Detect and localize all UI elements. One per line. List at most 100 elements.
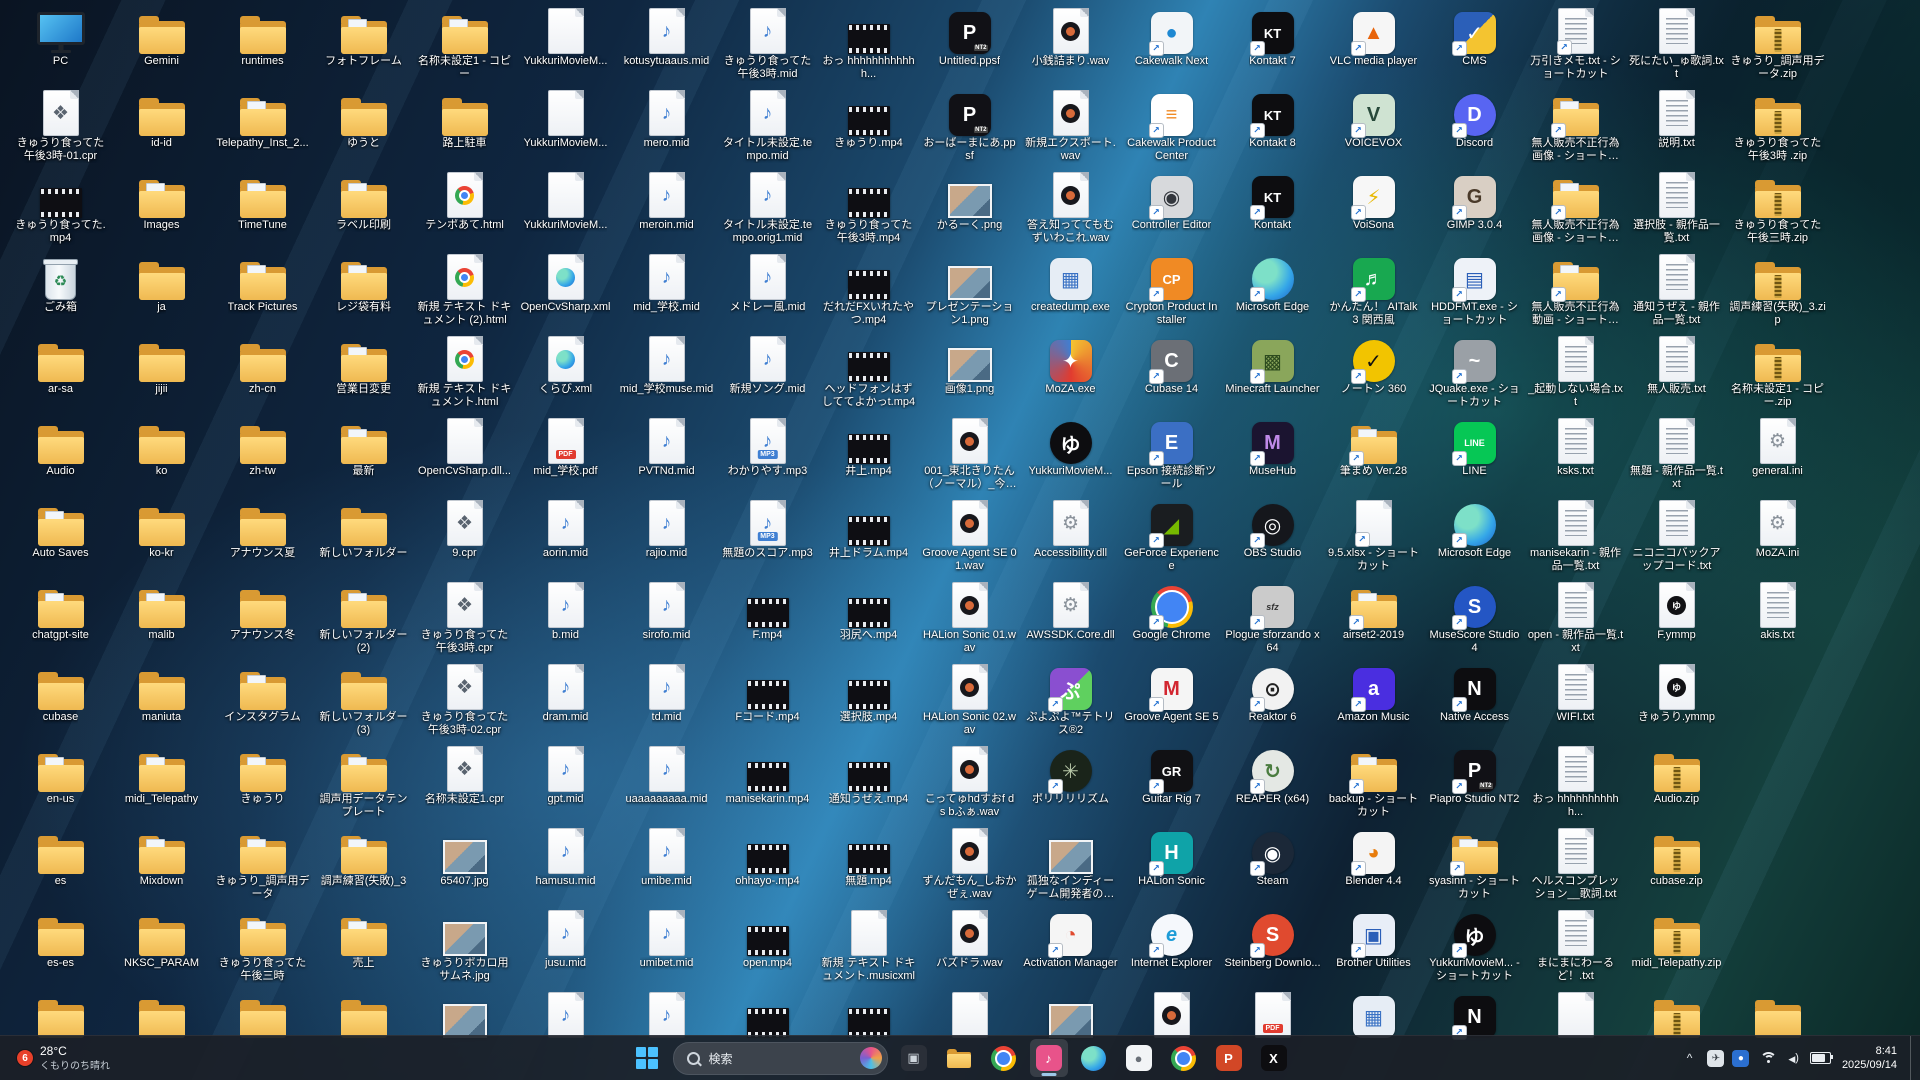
desktop-icon[interactable]: 羽尻へ.mp4: [818, 578, 919, 660]
desktop-icon[interactable]: 画像1.png: [919, 332, 1020, 414]
show-desktop-button[interactable]: [1910, 1036, 1916, 1080]
desktop-icon[interactable]: おっ hhhhhhhhhhh...: [1525, 742, 1626, 824]
hidden-icons-chevron-icon[interactable]: ^: [1683, 1047, 1697, 1069]
desktop-icon[interactable]: ♪b.mid: [515, 578, 616, 660]
desktop-icon[interactable]: ⚙general.ini: [1727, 414, 1828, 496]
desktop-icon[interactable]: ❖きゅうり食ってた午後3時-01.cpr: [10, 86, 111, 168]
desktop-icon[interactable]: ♪mero.mid: [616, 86, 717, 168]
desktop-icon[interactable]: ♪PVTNd.mid: [616, 414, 717, 496]
desktop-icon[interactable]: ずんだもん_しおかぜぇ.wav: [919, 824, 1020, 906]
battery-icon[interactable]: [1810, 1052, 1831, 1064]
desktop-icon[interactable]: Groove Agent SE 01.wav: [919, 496, 1020, 578]
desktop-icon[interactable]: WIFI.txt: [1525, 660, 1626, 742]
desktop-icon[interactable]: テンポあて.html: [414, 168, 515, 250]
weather-widget[interactable]: 6 28°C くもりのち晴れ: [8, 1039, 119, 1077]
desktop-icon[interactable]: Audio.zip: [1626, 742, 1727, 824]
desktop-icon[interactable]: 選択肢.mp4: [818, 660, 919, 742]
desktop-icon[interactable]: ♪MP3わかりやす.mp3: [717, 414, 818, 496]
desktop-icon[interactable]: ❖きゅうり食ってた午後3時-02.cpr: [414, 660, 515, 742]
desktop-icon[interactable]: ♪umibet.mid: [616, 906, 717, 988]
desktop-icon[interactable]: 孤独なインディーゲーム開発者の一生...: [1020, 824, 1121, 906]
tray-app-blue[interactable]: ●: [1732, 1050, 1749, 1067]
desktop-icon[interactable]: きゅうり: [212, 742, 313, 824]
desktop-icon[interactable]: ♪meroin.mid: [616, 168, 717, 250]
taskbar-app-x-app[interactable]: X: [1255, 1039, 1293, 1077]
desktop-icon[interactable]: malib: [111, 578, 212, 660]
desktop-icon[interactable]: e↗Internet Explorer: [1121, 906, 1222, 988]
desktop-icon[interactable]: 新規 テキスト ドキュメント.html: [414, 332, 515, 414]
desktop-icon[interactable]: ↗無人販売不正行為画像 - ショートカッ...: [1525, 86, 1626, 168]
desktop-icon[interactable]: midi_Telepathy.zip: [1626, 906, 1727, 988]
desktop-icon[interactable]: ↻↗REAPER (x64): [1222, 742, 1323, 824]
desktop-icon[interactable]: 説明.txt: [1626, 86, 1727, 168]
desktop-icon[interactable]: H↗HALion Sonic: [1121, 824, 1222, 906]
desktop-icon[interactable]: ↗Microsoft Edge: [1424, 496, 1525, 578]
desktop-icon[interactable]: Images: [111, 168, 212, 250]
desktop-icon[interactable]: ♪rajio.mid: [616, 496, 717, 578]
desktop-icon[interactable]: 名称未設定1 - コピー.zip: [1727, 332, 1828, 414]
desktop-icon[interactable]: ↗syasinn - ショートカット: [1424, 824, 1525, 906]
desktop-icon[interactable]: ▤↗HDDFMT.exe - ショートカット: [1424, 250, 1525, 332]
desktop-icon[interactable]: ❖名称未設定1.cpr: [414, 742, 515, 824]
desktop-icon[interactable]: NKSC_PARAM: [111, 906, 212, 988]
desktop-icon[interactable]: C↗Cubase 14: [1121, 332, 1222, 414]
desktop-icon[interactable]: M↗MuseHub: [1222, 414, 1323, 496]
desktop-icon[interactable]: PNT2おーばーまにあ.ppsf: [919, 86, 1020, 168]
desktop-icon[interactable]: ゆ↗YukkuriMovieM... - ショートカット: [1424, 906, 1525, 988]
desktop-icon[interactable]: ニコニコバックアップコード.txt: [1626, 496, 1727, 578]
desktop-icon[interactable]: きゅうり_調声用データ: [212, 824, 313, 906]
desktop-icon[interactable]: インスタグラム: [212, 660, 313, 742]
desktop-icon[interactable]: まにまにわーるど！.txt: [1525, 906, 1626, 988]
taskbar-app-music-app[interactable]: ♪: [1030, 1039, 1068, 1077]
desktop-icon[interactable]: 通知うぜえ - 親作品一覧.txt: [1626, 250, 1727, 332]
desktop-icon[interactable]: YukkuriMovieM...: [515, 4, 616, 86]
desktop-icon[interactable]: ↗backup - ショートカット: [1323, 742, 1424, 824]
desktop-icon[interactable]: おっ hhhhhhhhhhhh...: [818, 4, 919, 86]
desktop-icon[interactable]: ksks.txt: [1525, 414, 1626, 496]
desktop-icon[interactable]: sfz↗Plogue sforzando x64: [1222, 578, 1323, 660]
desktop-icon[interactable]: ●↗Cakewalk Next: [1121, 4, 1222, 86]
desktop-icon[interactable]: 最新: [313, 414, 414, 496]
desktop-icon[interactable]: ↗筆まめ Ver.28: [1323, 414, 1424, 496]
desktop-icon[interactable]: OpenCvSharp.dll...: [414, 414, 515, 496]
desktop-icon[interactable]: PNT2↗Piapro Studio NT2: [1424, 742, 1525, 824]
desktop-icon[interactable]: manisekarin - 親作品一覧.txt: [1525, 496, 1626, 578]
desktop-icon[interactable]: runtimes: [212, 4, 313, 86]
desktop-icon[interactable]: zh-cn: [212, 332, 313, 414]
desktop-icon[interactable]: G↗GIMP 3.0.4: [1424, 168, 1525, 250]
desktop-icon[interactable]: ゆF.ymmp: [1626, 578, 1727, 660]
desktop-icon[interactable]: ♬↗かんたん！ AITalk 3 関西風: [1323, 250, 1424, 332]
desktop-icon[interactable]: es: [10, 824, 111, 906]
desktop-icon[interactable]: ♪タイトル未設定.tempo.mid: [717, 86, 818, 168]
desktop-icon[interactable]: ゆきゅうり.ymmp: [1626, 660, 1727, 742]
desktop-icon[interactable]: ♻ごみ箱: [10, 250, 111, 332]
desktop-icon[interactable]: ♪新規ソング.mid: [717, 332, 818, 414]
desktop-icon[interactable]: きゅうりボカロ用サムネ.jpg: [414, 906, 515, 988]
desktop-icon[interactable]: KT↗Kontakt: [1222, 168, 1323, 250]
taskbar-app-chrome[interactable]: [985, 1039, 1023, 1077]
desktop-icon[interactable]: S↗MuseScore Studio 4: [1424, 578, 1525, 660]
desktop-icon[interactable]: ゆYukkuriMovieM...: [1020, 414, 1121, 496]
desktop-icon[interactable]: V↗VOICEVOX: [1323, 86, 1424, 168]
desktop-icon[interactable]: Fコード.mp4: [717, 660, 818, 742]
tray-app-light[interactable]: ✈: [1707, 1050, 1724, 1067]
desktop-icon[interactable]: 001_東北きりたん（ノーマル）_今じゃ...: [919, 414, 1020, 496]
desktop-icon[interactable]: ko-kr: [111, 496, 212, 578]
desktop-icon[interactable]: akis.txt: [1727, 578, 1828, 660]
desktop-icon[interactable]: ✦MoZA.exe: [1020, 332, 1121, 414]
desktop-icon[interactable]: jijii: [111, 332, 212, 414]
desktop-icon[interactable]: maniuta: [111, 660, 212, 742]
desktop-icon[interactable]: ◔↗Activation Manager: [1020, 906, 1121, 988]
desktop-icon[interactable]: PNT2Untitled.ppsf: [919, 4, 1020, 86]
desktop-icon[interactable]: Telepathy_Inst_2...: [212, 86, 313, 168]
desktop-icon[interactable]: Gemini: [111, 4, 212, 86]
desktop-icon[interactable]: ⚡↗VoiSona: [1323, 168, 1424, 250]
desktop-icon[interactable]: ↗無人販売不正行為画像 - ショートカット: [1525, 168, 1626, 250]
desktop-icon[interactable]: ヘッドフォンはずしててよかっt.mp4: [818, 332, 919, 414]
desktop-icon[interactable]: ♪MP3無題のスコア.mp3: [717, 496, 818, 578]
desktop-icon[interactable]: ♪タイトル未設定.tempo.orig1.mid: [717, 168, 818, 250]
desktop-icon[interactable]: E↗Epson 接続診断ツール: [1121, 414, 1222, 496]
desktop-icon[interactable]: ♪jusu.mid: [515, 906, 616, 988]
desktop-icon[interactable]: 名称未設定1 - コピー: [414, 4, 515, 86]
start-button[interactable]: [628, 1039, 666, 1077]
